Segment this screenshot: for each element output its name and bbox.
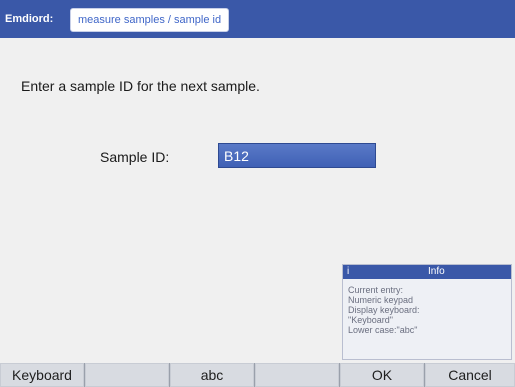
sample-id-input[interactable] bbox=[218, 143, 376, 168]
info-line: "Keyboard" bbox=[348, 315, 393, 325]
softkey-4-button[interactable] bbox=[255, 363, 339, 387]
instruction-text: Enter a sample ID for the next sample. bbox=[21, 78, 260, 94]
sample-id-label: Sample ID: bbox=[100, 149, 170, 165]
info-panel-title: Info bbox=[428, 266, 445, 277]
softkey-2-button[interactable] bbox=[85, 363, 169, 387]
info-panel: i Info Current entry: Numeric keypad Dis… bbox=[342, 264, 512, 360]
info-panel-body: Current entry: Numeric keypad Display ke… bbox=[343, 279, 511, 335]
breadcrumb: measure samples / sample id bbox=[70, 8, 230, 32]
info-line: Current entry: bbox=[348, 285, 404, 295]
keyboard-button[interactable]: Keyboard bbox=[0, 363, 84, 387]
ok-button[interactable]: OK bbox=[340, 363, 424, 387]
info-icon: i bbox=[347, 266, 350, 277]
title-bar: Emdiord: measure samples / sample id bbox=[0, 0, 515, 38]
abc-button[interactable]: abc bbox=[170, 363, 254, 387]
info-line: Numeric keypad bbox=[348, 295, 414, 305]
info-panel-header: i Info bbox=[343, 265, 511, 279]
info-line: Display keyboard: bbox=[348, 305, 420, 315]
info-line: Lower case:"abc" bbox=[348, 325, 418, 335]
cancel-button[interactable]: Cancel bbox=[425, 363, 515, 387]
app-name: Emdiord: bbox=[5, 13, 54, 25]
softkey-bar: Keyboard abc OK Cancel bbox=[0, 363, 515, 387]
